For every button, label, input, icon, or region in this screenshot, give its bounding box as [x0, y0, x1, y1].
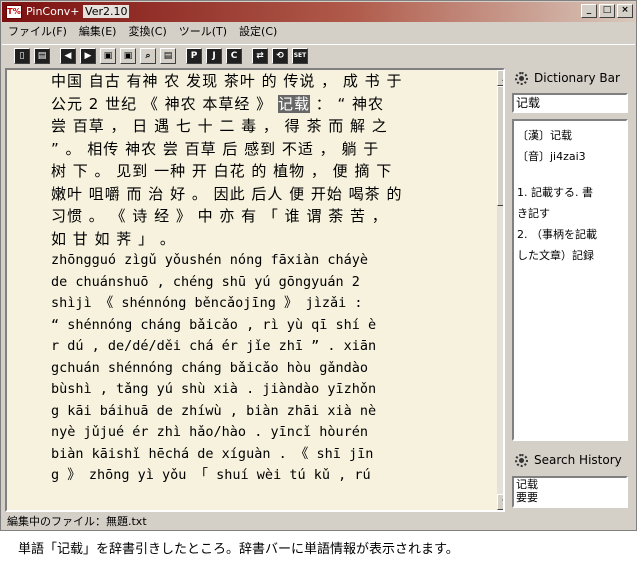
menu-edit[interactable]: 編集(E): [73, 23, 123, 41]
close-button[interactable]: ×: [617, 4, 633, 18]
pinyin-line: g 》 zhōng yì yǒu 「 shuí wèi tú kǔ , rú: [51, 467, 371, 483]
pinyin-line: g kāi báihuā de zhíwù , biàn zhāi xià nè: [51, 402, 377, 419]
pinyin-icon[interactable]: P: [186, 48, 202, 64]
settings-icon[interactable]: SET: [292, 48, 308, 64]
pinyin-line: de chuánshuō , chéng shū yú gōngyuán 2: [51, 273, 360, 290]
chinese-line: 习惯 。 《 诗 经 》 中 亦 有 「 谁 谓 荼 苦 ，: [51, 207, 388, 225]
dict-definition: した文章）記録: [517, 249, 594, 262]
pinyin-line: nyè jǔjué ér zhì hǎo/hào . yīncǐ hòurén: [51, 424, 368, 440]
pinyin-line: gchuán shénnóng cháng bǎicǎo hòu gǎndào: [51, 359, 368, 376]
chinese-line: 树 下 。 见到 一种 开 白花 的 植物 ， 便 摘 下: [51, 162, 393, 180]
window-controls: _ □ ×: [581, 4, 633, 18]
app-name: PinConv+: [26, 5, 80, 18]
dict-definition: 1. 記載する. 書: [517, 186, 593, 199]
dictionary-bar-title: Dictionary Bar: [534, 71, 620, 85]
pinyin-line: r dú , de/dé/děi chá ér jǐe zhī ” . xiān: [51, 338, 377, 354]
save-icon[interactable]: ▤: [34, 48, 50, 64]
list-icon[interactable]: ▤: [160, 48, 176, 64]
app-version: Ver2.10: [83, 5, 130, 18]
menu-file[interactable]: ファイル(F): [2, 23, 73, 41]
menu-bar: ファイル(F) 編集(E) 変換(C) ツール(T) 設定(C): [2, 22, 635, 42]
vertical-scrollbar[interactable]: ▲ ▼: [497, 70, 503, 510]
dict-reading: 〔音〕ji4zai3: [517, 150, 586, 163]
window-title: PinConv+ Ver2.10: [26, 5, 130, 19]
chinese-line: 嫩叶 咀嚼 而 治 好 。 因此 后人 便 开始 喝茶 的: [51, 184, 403, 203]
search-icon[interactable]: ⌕: [140, 48, 156, 64]
menu-tools[interactable]: ツール(T): [173, 23, 233, 41]
minimize-button[interactable]: _: [581, 4, 597, 18]
gear-icon[interactable]: [515, 453, 528, 467]
toolbar: ▯ ▤ ◀ ▶ ▣ ▣ ⌕ ▤ P J C ⇄ ⟲ SET: [2, 44, 635, 68]
search-history-list[interactable]: 记载 要要: [512, 476, 628, 508]
scroll-up-icon[interactable]: ▲: [497, 70, 503, 86]
dictionary-bar-header[interactable]: Dictionary Bar: [515, 71, 620, 85]
status-bar: 編集中のファイル：無題.txt: [7, 515, 147, 528]
dict-definition: き記す: [517, 207, 550, 220]
dict-headword: 〔漢〕记载: [517, 129, 572, 142]
chinese-line: 如 甘 如 荠 」 。: [51, 229, 176, 248]
dictionary-result-panel[interactable]: 〔漢〕记载 〔音〕ji4zai3 1. 記載する. 書 き記す 2. （事柄を記…: [512, 119, 628, 441]
new-file-icon[interactable]: ▯: [14, 48, 30, 64]
chinese-line: 中国 自古 有神 农 发现 茶叶 的 传说 ， 成 书 于: [51, 72, 403, 90]
chinese-icon[interactable]: C: [226, 48, 242, 64]
pinyin-line: bùshì , tǎng yú shù xià . jiàndào yīzhǒn: [51, 381, 377, 397]
text-editor[interactable]: 中国 自古 有神 农 发现 茶叶 的 传说 ， 成 书 于 公元 2 世纪 《 …: [5, 68, 505, 512]
gear-icon[interactable]: [515, 71, 528, 85]
figure-caption: 単語「记载」を辞書引きしたところ。辞書バーに単語情報が表示されます。: [18, 542, 459, 557]
search-history-header[interactable]: Search History: [515, 453, 622, 467]
chinese-line: ” 。 相传 神农 尝 百草 后 感到 不适 ， 躺 于: [51, 139, 380, 158]
app-icon: T%: [6, 5, 22, 19]
search-history-title: Search History: [534, 453, 622, 467]
menu-settings[interactable]: 設定(C): [233, 23, 283, 41]
dict-definition: 2. （事柄を記載: [517, 228, 597, 241]
next-icon[interactable]: ▶: [80, 48, 96, 64]
chinese-line: 公元 2 世纪 《 神农 本草经 》 记载 ： “ 神农: [51, 93, 497, 116]
dict-spacer: [517, 167, 623, 182]
menu-convert[interactable]: 変換(C): [122, 23, 172, 41]
chinese-line-part: 公元 2 世纪 《 神农 本草经 》: [51, 94, 273, 113]
pinyin-line: biàn kāishǐ hēchá de xíguàn . 《 shī jīn: [51, 445, 374, 462]
selected-word[interactable]: 记载: [277, 94, 310, 113]
maximize-button[interactable]: □: [599, 4, 615, 18]
pinyin-line: shìjì 《 shénnóng běncǎojīng 》 jìzǎi :: [51, 295, 363, 311]
scroll-down-icon[interactable]: ▼: [497, 494, 503, 510]
chinese-line-part: ： “ 神农: [315, 94, 385, 113]
copy-icon[interactable]: ▣: [100, 48, 116, 64]
swap-icon[interactable]: ⇄: [252, 48, 268, 64]
scroll-thumb[interactable]: [497, 86, 503, 206]
title-bar[interactable]: T% PinConv+ Ver2.10 _ □ ×: [2, 2, 635, 22]
app-window: T% PinConv+ Ver2.10 _ □ × ファイル(F) 編集(E) …: [0, 0, 637, 531]
editor-content[interactable]: 中国 自古 有神 农 发现 茶叶 的 传说 ， 成 书 于 公元 2 世纪 《 …: [51, 70, 497, 487]
dictionary-search-input[interactable]: 记载: [512, 93, 628, 113]
chinese-line: 尝 百草 ， 日 遇 七 十 二 毒 ， 得 茶 而 解 之: [51, 117, 388, 135]
paste-icon[interactable]: ▣: [120, 48, 136, 64]
history-item[interactable]: 记载: [516, 478, 626, 491]
japanese-icon[interactable]: J: [206, 48, 222, 64]
refresh-icon[interactable]: ⟲: [272, 48, 288, 64]
pinyin-line: “ shénnóng cháng bǎicǎo , rì yù qī shí è: [51, 316, 377, 333]
prev-icon[interactable]: ◀: [60, 48, 76, 64]
pinyin-line: zhōngguó zìgǔ yǒushén nóng fāxiàn cháyè: [51, 252, 368, 268]
history-item[interactable]: 要要: [516, 491, 626, 504]
